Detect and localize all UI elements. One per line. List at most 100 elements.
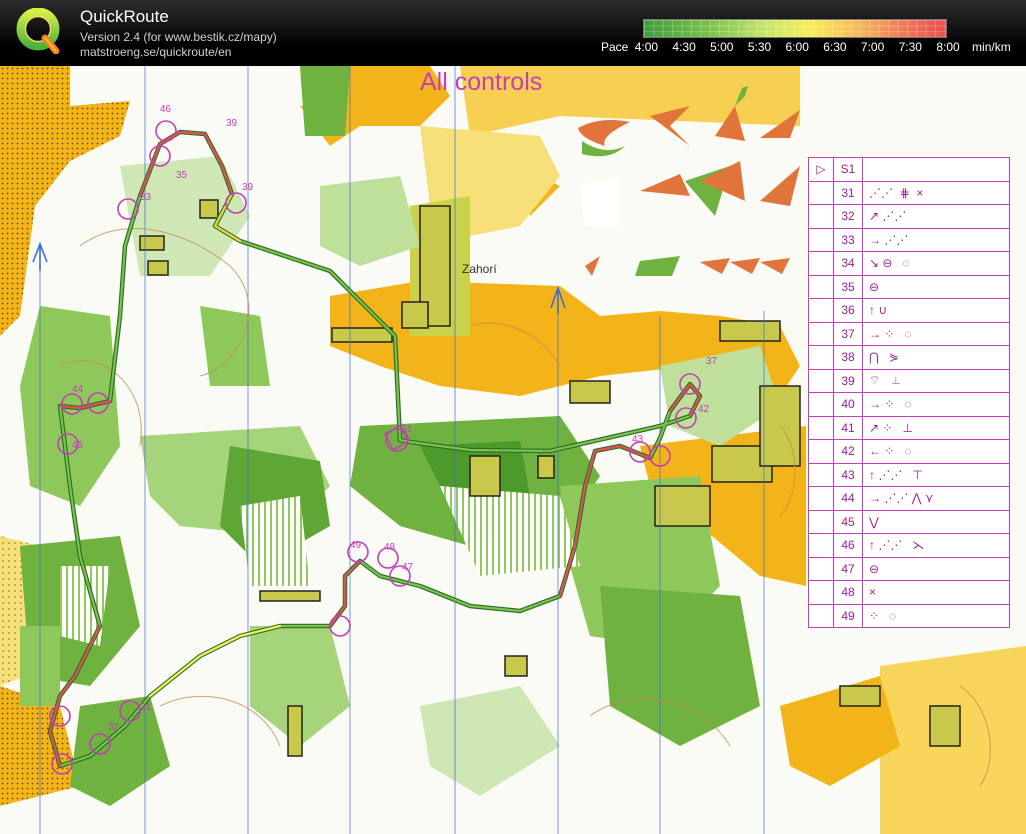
pace-unit: min/km <box>972 40 1011 54</box>
description-index <box>808 486 834 511</box>
description-row: 44 → ⋰⋰ ⋀ ⋎ <box>808 486 1010 511</box>
control-code: 36 <box>833 298 863 323</box>
undergrowth-area <box>240 496 310 586</box>
description-index <box>808 227 834 252</box>
description-index <box>808 251 834 276</box>
start-triangle-icon: ▷ <box>808 157 834 182</box>
control-symbols: → ⋰⋰ ⋀ ⋎ <box>862 486 1010 511</box>
pace-tick: 5:00 <box>710 40 734 54</box>
control-label: 33 <box>140 192 152 203</box>
quickroute-logo-icon <box>16 8 60 54</box>
control-code: 38 <box>833 345 863 370</box>
app-title: QuickRoute <box>80 7 169 26</box>
pace-tick: 4:30 <box>672 40 696 54</box>
description-row: 40 → ⁘ ◌ <box>808 392 1010 417</box>
description-row: 39 ⌔ ⊥ <box>808 368 1010 393</box>
description-index <box>808 580 834 605</box>
control-code: 39 <box>833 368 863 393</box>
control-symbols: ↑ ⋰⋰ ⊤ <box>862 462 1010 487</box>
control-symbols: → ⁘ ◌ <box>862 321 1010 346</box>
control-symbols: × <box>862 580 1010 605</box>
pace-tick: 8:00 <box>936 40 960 54</box>
description-row: 31 ⋰⋰ ⋕ × <box>808 180 1010 205</box>
description-index <box>808 180 834 205</box>
control-symbols: ↗ ⋰⋰ <box>862 204 1010 229</box>
control-code: 43 <box>833 462 863 487</box>
description-row: 32 ↗ ⋰⋰ <box>808 204 1010 229</box>
description-row: 45 ⋁ <box>808 509 1010 534</box>
description-row: 49 ⁘ ◌ <box>808 603 1010 628</box>
pace-tick: 7:00 <box>860 40 885 54</box>
pace-label: Pace <box>601 40 629 54</box>
control-code: 45 <box>833 509 863 534</box>
pace-tick: 5:30 <box>747 40 772 54</box>
control-code: 40 <box>833 392 863 417</box>
description-row: 43 ↑ ⋰⋰ ⊤ <box>808 462 1010 487</box>
control-symbols: ↘ ⊖ ◌ <box>862 251 1010 276</box>
description-index <box>808 274 834 299</box>
control-symbols: ⋂ ⋟ <box>862 345 1010 370</box>
forest-area <box>300 66 350 136</box>
control-code: 31 <box>833 180 863 205</box>
pace-tick: 4:00 <box>634 40 659 54</box>
pace-tick: 6:00 <box>785 40 809 54</box>
place-name: Zahorí <box>462 262 497 276</box>
control-label: 49 <box>350 540 362 551</box>
description-row: 34 ↘ ⊖ ◌ <box>808 251 1010 276</box>
control-code: 49 <box>833 603 863 628</box>
control-label: 32 <box>108 722 120 733</box>
pace-tick: 7:30 <box>898 40 922 54</box>
control-description-table: ▷ S1 31 ⋰⋰ ⋕ × 32 ↗ ⋰⋰ 33 → ⋰⋰ 34 ↘ ⊖ ◌ 35 ⊖ 36 ↑ ∪ 37… <box>808 157 1010 628</box>
control-symbols: ⌔ ⊥ <box>862 368 1010 393</box>
control-symbols: ⊖ <box>862 274 1010 299</box>
control-code: 35 <box>833 274 863 299</box>
control-code: 37 <box>833 321 863 346</box>
control-symbols: → ⁘ ◌ <box>862 392 1010 417</box>
description-index <box>808 392 834 417</box>
control-code: 48 <box>833 580 863 605</box>
control-code: 41 <box>833 415 863 440</box>
control-label: S1 <box>400 424 413 435</box>
description-index <box>808 509 834 534</box>
website-url: matstroeng.se/quickroute/en <box>80 45 232 59</box>
description-index <box>808 439 834 464</box>
control-label: 44 <box>72 384 84 395</box>
description-index <box>808 204 834 229</box>
control-symbols: ⊖ <box>862 556 1010 581</box>
description-index <box>808 321 834 346</box>
orienteering-map[interactable]: All controls Zahorí 46 39 35 33 39 44 45… <box>0 66 1026 834</box>
description-index <box>808 462 834 487</box>
control-label: 46 <box>160 104 172 115</box>
map-heading: All controls <box>420 68 542 96</box>
description-row: 48 × <box>808 580 1010 605</box>
description-row: 36 ↑ ∪ <box>808 298 1010 323</box>
description-row: 42 ← ⁘ ◌ <box>808 439 1010 464</box>
control-symbols: ↑ ∪ <box>862 298 1010 323</box>
control-symbols: ↑ ⋰⋰ ⋋ <box>862 533 1010 558</box>
control-label: 48 <box>384 542 396 553</box>
description-index <box>808 556 834 581</box>
control-label: 45 <box>72 440 84 451</box>
description-index <box>808 603 834 628</box>
description-index <box>808 533 834 558</box>
description-row: 37 → ⁘ ◌ <box>808 321 1010 346</box>
control-code: S1 <box>833 157 863 182</box>
version-line: Version 2.4 (for www.bestik.cz/mapy) <box>80 30 277 44</box>
description-row: 35 ⊖ <box>808 274 1010 299</box>
control-code: 46 <box>833 533 863 558</box>
forest-area <box>200 306 270 386</box>
description-row: 46 ↑ ⋰⋰ ⋋ <box>808 533 1010 558</box>
control-code: 44 <box>833 486 863 511</box>
control-symbols <box>862 157 1010 182</box>
title-bar: QuickRoute Version 2.4 (for www.bestik.c… <box>0 0 1026 66</box>
description-row: 41 ↗ ⁘ ⊥ <box>808 415 1010 440</box>
control-label: 35 <box>176 170 188 181</box>
pace-labels: Pace 4:00 4:30 5:00 5:30 6:00 6:30 7:00 … <box>601 40 1011 54</box>
control-label: 43 <box>632 434 644 445</box>
control-symbols: ↗ ⁘ ⊥ <box>862 415 1010 440</box>
description-index <box>808 345 834 370</box>
control-symbols: ⋰⋰ ⋕ × <box>862 180 1010 205</box>
control-code: 34 <box>833 251 863 276</box>
control-label: 42 <box>698 404 710 415</box>
control-code: 33 <box>833 227 863 252</box>
